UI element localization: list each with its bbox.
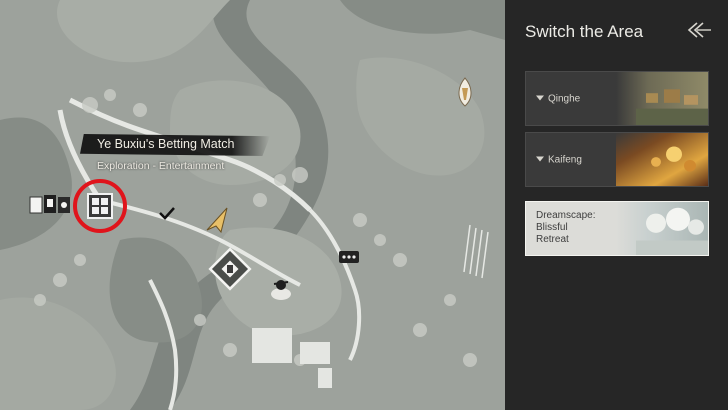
area-label: Kaifeng: [536, 154, 582, 165]
area-thumbnail: [616, 133, 708, 186]
caret-down-icon: [536, 95, 544, 101]
area-card-qinghe[interactable]: Qinghe: [525, 71, 709, 126]
world-map[interactable]: Ye Buxiu's Betting Match Exploration - E…: [0, 0, 505, 410]
area-name-line-1: Dreamscape:: [536, 210, 596, 221]
area-label: Qinghe: [536, 93, 580, 104]
switch-area-panel: Switch the Area Qinghe Kaifeng Dreamscap…: [505, 0, 728, 410]
area-name-line-3: Retreat: [536, 234, 569, 245]
tooltip-subtitle: Exploration - Entertainment: [97, 160, 225, 172]
npc-figure-icon[interactable]: [268, 276, 294, 302]
area-thumbnail: [616, 202, 708, 255]
merchant-icons[interactable]: [28, 193, 74, 217]
panel-title: Switch the Area: [525, 22, 644, 41]
area-name: Kaifeng: [548, 154, 582, 165]
area-name: Qinghe: [548, 93, 581, 104]
chat-dots-icon[interactable]: [338, 250, 360, 264]
location-tooltip: Ye Buxiu's Betting Match Exploration - E…: [80, 134, 270, 176]
waypoint-diamond-icon[interactable]: [208, 247, 252, 291]
double-chevron-left-icon[interactable]: [685, 20, 713, 40]
completed-check-icon: [159, 207, 175, 220]
area-label: Dreamscape: Blissful Retreat: [536, 210, 606, 246]
area-thumbnail: [616, 72, 708, 125]
landmark-statue-icon[interactable]: [452, 76, 478, 110]
betting-match-marker[interactable]: [71, 177, 129, 235]
area-card-dreamscape[interactable]: Dreamscape: Blissful Retreat: [525, 201, 709, 256]
area-name-line-2: Blissful: [536, 222, 568, 233]
caret-down-icon: [536, 156, 544, 162]
player-position-arrow-icon: [206, 207, 228, 234]
area-card-kaifeng[interactable]: Kaifeng: [525, 132, 709, 187]
tooltip-title: Ye Buxiu's Betting Match: [97, 137, 235, 151]
